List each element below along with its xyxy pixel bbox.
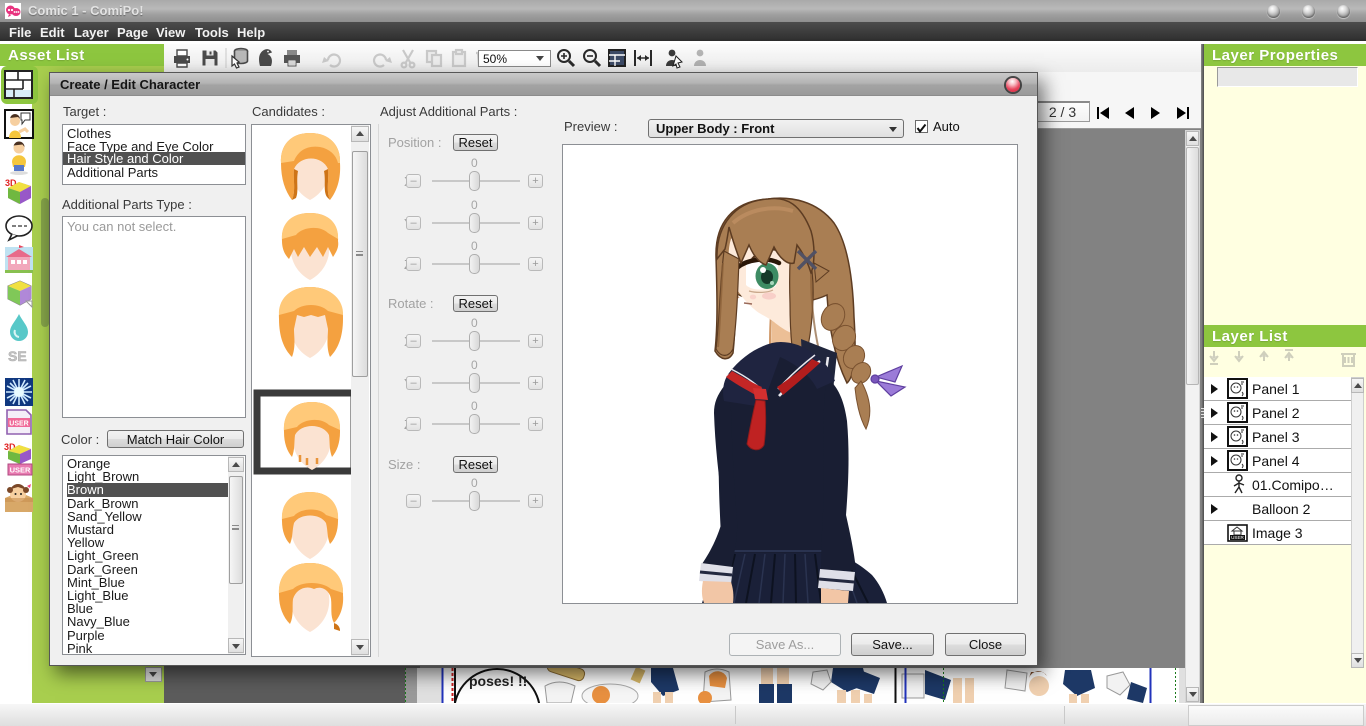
svg-text:poses! !!: poses! !!: [469, 673, 527, 689]
svg-text:USER: USER: [10, 466, 31, 475]
svg-text:SE: SE: [8, 348, 27, 364]
svg-text:USER: USER: [1231, 535, 1244, 540]
svg-text:USER: USER: [9, 420, 28, 427]
